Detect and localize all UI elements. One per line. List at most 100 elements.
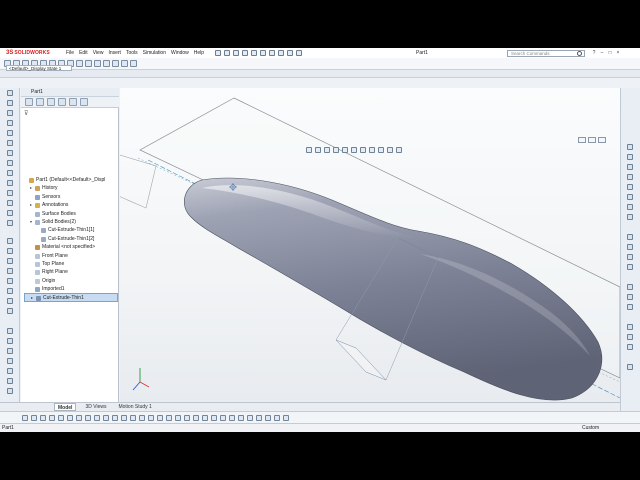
bottom-tool-icon-1[interactable]: [22, 414, 28, 421]
right-tool-icon-2[interactable]: [627, 154, 633, 160]
tree-item[interactable]: Part1 (Default<<Default>_Displ: [24, 176, 118, 184]
tree-item[interactable]: ▸ Annotations: [24, 201, 118, 209]
extrude-icon[interactable]: [112, 60, 119, 67]
tool-icon-13[interactable]: [7, 210, 13, 216]
tool-icon-28[interactable]: [7, 378, 13, 384]
select-icon[interactable]: [269, 50, 276, 56]
tool-icon-9[interactable]: [7, 170, 13, 176]
configuration-manager-tab-icon[interactable]: [47, 98, 55, 106]
right-tool-icon-7[interactable]: [627, 204, 633, 210]
viewport-minimize-icon[interactable]: [578, 137, 586, 143]
tool-icon-16[interactable]: [7, 248, 13, 254]
tool-icon-14[interactable]: [7, 220, 13, 226]
tree-item[interactable]: Cut-Extrude-Thin1[2]: [24, 235, 118, 243]
hide-show-items-icon[interactable]: [369, 147, 375, 153]
right-tool-icon-14[interactable]: [627, 294, 633, 300]
file-properties-icon[interactable]: [287, 50, 294, 56]
tool-icon-15[interactable]: [7, 238, 13, 244]
apply-scene-icon[interactable]: [387, 147, 393, 153]
viewport-close-icon[interactable]: [598, 137, 606, 143]
expand-toggle-icon[interactable]: ▸: [30, 186, 34, 190]
tree-item[interactable]: ▸ Cut-Extrude-Thin1: [24, 293, 118, 302]
tool-icon-22[interactable]: [7, 308, 13, 314]
tool-icon-23[interactable]: [7, 328, 13, 334]
section-view-icon[interactable]: [333, 147, 339, 153]
tool-icon-18[interactable]: [7, 268, 13, 274]
bottom-tool-icon-21[interactable]: [202, 414, 208, 421]
right-tool-icon-8[interactable]: [627, 214, 633, 220]
menu-insert[interactable]: Insert: [108, 50, 121, 56]
bottom-tool-icon-8[interactable]: [85, 414, 91, 421]
bottom-tool-icon-29[interactable]: [274, 414, 280, 421]
tree-item[interactable]: Right Plane: [24, 268, 118, 276]
bottom-tool-icon-4[interactable]: [49, 414, 55, 421]
dimxpert-manager-tab-icon[interactable]: [58, 98, 66, 106]
bottom-tool-icon-20[interactable]: [193, 414, 199, 421]
right-tool-icon-6[interactable]: [627, 194, 633, 200]
tool-icon-20[interactable]: [7, 288, 13, 294]
tree-item[interactable]: Imported1: [24, 285, 118, 293]
edit-appearance-icon[interactable]: [378, 147, 384, 153]
tree-item[interactable]: Material <not specified>: [24, 243, 118, 251]
tool-icon-24[interactable]: [7, 338, 13, 344]
filter-icon[interactable]: ⊽: [24, 110, 28, 117]
bottom-tool-icon-10[interactable]: [103, 414, 109, 421]
viewport-restore-icon[interactable]: [588, 137, 596, 143]
solidworks-logo[interactable]: 3S SOLIDWORKS: [6, 50, 58, 56]
bottom-tool-icon-2[interactable]: [31, 414, 37, 421]
new-document-icon[interactable]: [224, 50, 231, 56]
previous-view-icon[interactable]: [324, 147, 330, 153]
bottom-tool-icon-25[interactable]: [238, 414, 244, 421]
bottom-tool-icon-6[interactable]: [67, 414, 73, 421]
right-tool-icon-17[interactable]: [627, 334, 633, 340]
right-tool-icon-1[interactable]: [627, 144, 633, 150]
tree-item[interactable]: ▸ History: [24, 184, 118, 192]
bottom-tool-icon-30[interactable]: [283, 414, 289, 421]
feature-manager-tab-icon[interactable]: [25, 98, 33, 106]
bottom-tool-icon-16[interactable]: [157, 414, 163, 421]
tool-icon-7[interactable]: [7, 150, 13, 156]
bottom-tool-icon-24[interactable]: [229, 414, 235, 421]
tool-icon-10[interactable]: [7, 180, 13, 186]
right-tool-icon-19[interactable]: [627, 364, 633, 370]
menu-window[interactable]: Window: [171, 50, 189, 56]
undo-icon[interactable]: [260, 50, 267, 56]
print-icon[interactable]: [251, 50, 258, 56]
menu-simulation[interactable]: Simulation: [143, 50, 166, 56]
revolve-icon[interactable]: [121, 60, 128, 67]
close-button[interactable]: ×: [614, 50, 622, 56]
bottom-tool-icon-9[interactable]: [94, 414, 100, 421]
tree-item[interactable]: Surface Bodies: [24, 210, 118, 218]
rebuild-icon[interactable]: [278, 50, 285, 56]
right-tool-icon-3[interactable]: [627, 164, 633, 170]
search-icon[interactable]: [577, 51, 582, 56]
right-tool-icon-11[interactable]: [627, 254, 633, 260]
menu-edit[interactable]: Edit: [79, 50, 88, 56]
fillet-icon[interactable]: [130, 60, 137, 67]
dynamic-annotation-icon[interactable]: [342, 147, 348, 153]
tool-icon-19[interactable]: [7, 278, 13, 284]
expand-toggle-icon[interactable]: ▸: [30, 203, 34, 207]
appearance-tab-icon[interactable]: [80, 98, 88, 106]
tool-icon-8[interactable]: [7, 160, 13, 166]
bottom-tool-icon-17[interactable]: [166, 414, 172, 421]
right-tool-icon-18[interactable]: [627, 344, 633, 350]
bottom-tool-icon-13[interactable]: [130, 414, 136, 421]
options-icon[interactable]: [296, 50, 303, 56]
mirror-icon[interactable]: [85, 60, 92, 67]
zoom-to-fit-icon[interactable]: [306, 147, 312, 153]
tool-icon-1[interactable]: [7, 90, 13, 96]
offset-icon[interactable]: [76, 60, 83, 67]
tab-3d-views[interactable]: 3D Views: [82, 403, 109, 411]
right-tool-icon-4[interactable]: [627, 174, 633, 180]
right-tool-icon-12[interactable]: [627, 264, 633, 270]
bottom-tool-icon-28[interactable]: [265, 414, 271, 421]
right-tool-icon-5[interactable]: [627, 184, 633, 190]
property-manager-tab-icon[interactable]: [36, 98, 44, 106]
tree-item[interactable]: Front Plane: [24, 252, 118, 260]
bottom-tool-icon-14[interactable]: [139, 414, 145, 421]
tree-item[interactable]: Sensors: [24, 193, 118, 201]
bottom-tool-icon-3[interactable]: [40, 414, 46, 421]
right-tool-icon-13[interactable]: [627, 284, 633, 290]
right-tool-icon-9[interactable]: [627, 234, 633, 240]
